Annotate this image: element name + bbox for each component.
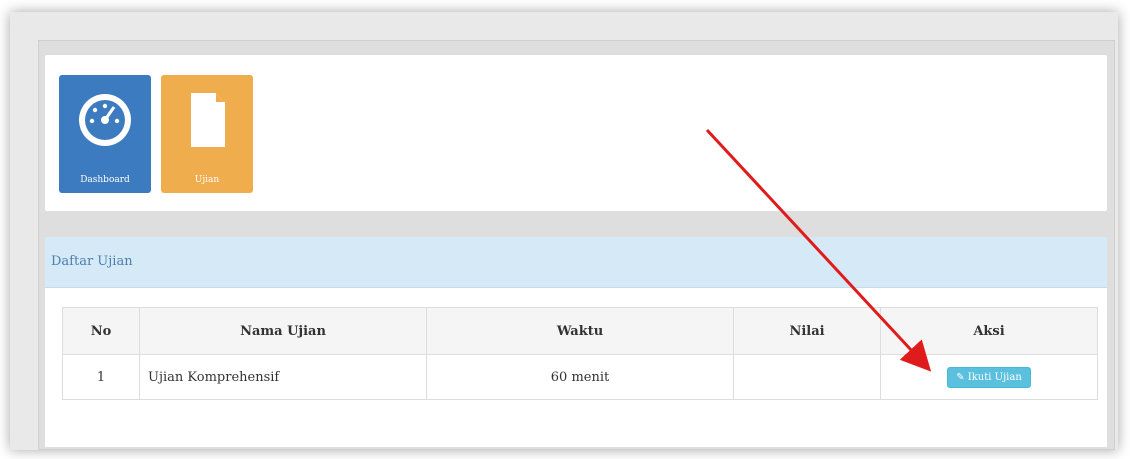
cell-aksi: ✎ Ikuti Ujian (880, 354, 1098, 400)
exam-table: No Nama Ujian Waktu Nilai Aksi 1 Ujian K… (62, 307, 1098, 400)
cell-nilai (733, 354, 881, 400)
document-icon (191, 93, 225, 147)
col-nama-ujian: Nama Ujian (139, 307, 427, 355)
col-nilai: Nilai (733, 307, 881, 355)
cell-no: 1 (62, 354, 140, 400)
table-row: 1 Ujian Komprehensif 60 menit ✎ Ikuti Uj… (62, 354, 1098, 400)
gauge-icon (79, 94, 131, 146)
cell-waktu: 60 menit (426, 354, 734, 400)
col-waktu: Waktu (426, 307, 734, 355)
panel-heading: Daftar Ujian (45, 237, 1107, 288)
cell-nama-ujian: Ujian Komprehensif (139, 354, 427, 400)
dashboard-tile[interactable]: Dashboard (59, 75, 151, 193)
pencil-icon: ✎ (956, 371, 965, 383)
ujian-tile[interactable]: Ujian (161, 75, 253, 193)
ikuti-ujian-button[interactable]: ✎ Ikuti Ujian (947, 366, 1031, 388)
app-area: Dashboard Ujian Daftar Ujian No Nama Uji… (38, 40, 1115, 450)
ikuti-ujian-label: Ikuti Ujian (967, 371, 1022, 383)
table-header-row: No Nama Ujian Waktu Nilai Aksi (62, 307, 1098, 355)
dashboard-label: Dashboard (80, 175, 130, 185)
col-no: No (62, 307, 140, 355)
exam-list-panel: Daftar Ujian No Nama Ujian Waktu Nilai A… (45, 237, 1107, 447)
menu-card: Dashboard Ujian (45, 55, 1107, 211)
screenshot-frame: Dashboard Ujian Daftar Ujian No Nama Uji… (10, 12, 1118, 450)
col-aksi: Aksi (880, 307, 1098, 355)
ujian-label: Ujian (194, 175, 220, 185)
